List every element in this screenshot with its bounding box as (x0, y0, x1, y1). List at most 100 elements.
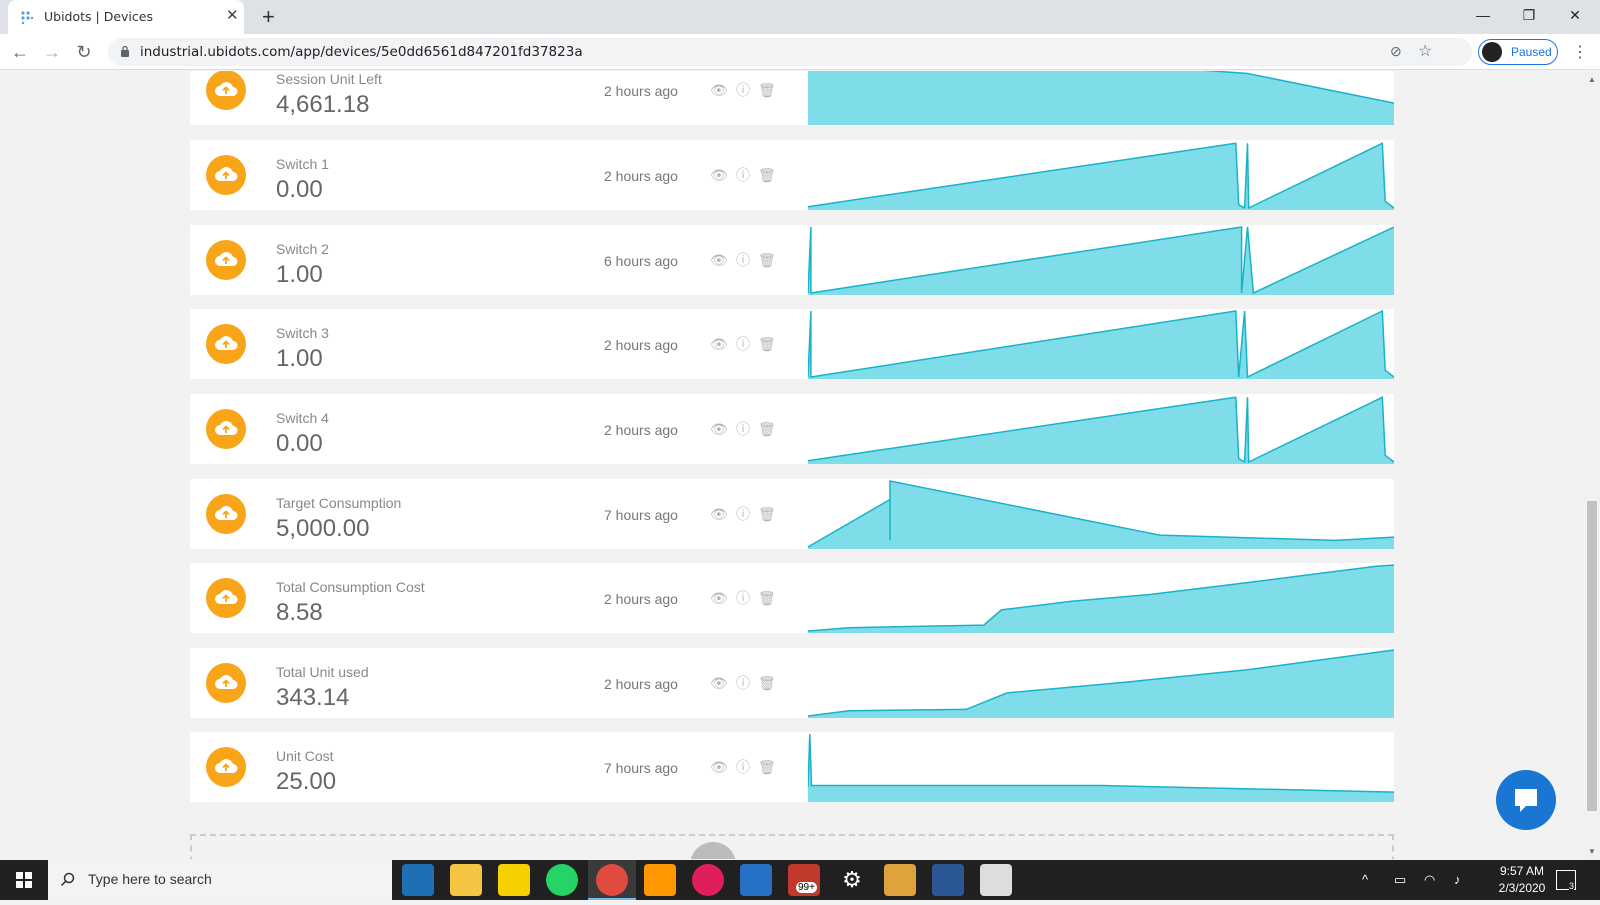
eye-icon[interactable]: 👁 (710, 675, 728, 691)
eye-icon[interactable]: 👁 (710, 506, 728, 522)
photos-icon[interactable] (980, 864, 1012, 896)
eye-icon[interactable]: 👁 (710, 167, 728, 183)
eye-icon[interactable]: 👁 (710, 759, 728, 775)
info-icon[interactable]: ⓘ (735, 252, 751, 268)
info-icon[interactable]: ⓘ (735, 82, 751, 98)
whatsapp-icon[interactable] (546, 864, 578, 896)
eye-icon[interactable]: 👁 (710, 336, 728, 352)
variable-sparkline (808, 71, 1394, 125)
variable-card[interactable]: Total Consumption Cost 8.58 2 hours ago … (190, 563, 1394, 633)
new-tab-button[interactable]: + (262, 4, 275, 30)
wifi-icon[interactable]: ◠ (1424, 872, 1435, 888)
mail-icon[interactable]: 99+ (788, 864, 820, 896)
sublime-text-icon[interactable] (644, 864, 676, 896)
trash-icon[interactable]: 🗑 (758, 675, 776, 691)
trash-icon[interactable]: 🗑 (758, 167, 776, 183)
variable-sparkline (808, 649, 1394, 718)
notifications-count: 3 (1569, 881, 1575, 891)
sticky-notes-icon[interactable] (498, 864, 530, 896)
powershell-icon[interactable] (740, 864, 772, 896)
action-center-icon[interactable]: 3 (1556, 870, 1576, 891)
trash-icon[interactable]: 🗑 (758, 421, 776, 437)
settings-gear-icon[interactable]: ⚙ (836, 864, 868, 896)
variable-card[interactable]: Total Unit used 343.14 2 hours ago 👁 ⓘ 🗑 (190, 648, 1394, 718)
add-variable-button[interactable] (690, 842, 736, 859)
trash-icon[interactable]: 🗑 (758, 590, 776, 606)
variable-name[interactable]: Switch 3 (276, 325, 329, 341)
cloud-upload-icon (206, 324, 246, 364)
variable-name[interactable]: Switch 1 (276, 156, 329, 172)
volume-icon[interactable]: ♪ (1454, 872, 1461, 887)
eye-icon[interactable]: 👁 (710, 421, 728, 437)
chrome-icon[interactable] (596, 864, 628, 896)
file-explorer-icon[interactable] (450, 864, 482, 896)
variable-card[interactable]: Session Unit Left 4,661.18 2 hours ago 👁… (190, 71, 1394, 125)
variable-sparkline (808, 733, 1394, 802)
variable-name[interactable]: Target Consumption (276, 495, 401, 511)
info-icon[interactable]: ⓘ (735, 590, 751, 606)
variable-card[interactable]: Switch 1 0.00 2 hours ago 👁 ⓘ 🗑 (190, 140, 1394, 210)
profile-paused-button[interactable]: Paused (1478, 39, 1558, 65)
trash-icon[interactable]: 🗑 (758, 252, 776, 268)
variable-name[interactable]: Total Consumption Cost (276, 579, 425, 595)
variable-name[interactable]: Switch 4 (276, 410, 329, 426)
info-icon[interactable]: ⓘ (735, 675, 751, 691)
trash-icon[interactable]: 🗑 (758, 82, 776, 98)
forward-icon[interactable]: → (42, 42, 62, 62)
eye-icon[interactable]: 👁 (710, 82, 728, 98)
address-bar[interactable]: industrial.ubidots.com/app/devices/5e0dd… (108, 38, 1472, 66)
camera-blocked-icon[interactable]: ⊘ (1390, 43, 1402, 60)
variable-last-activity: 2 hours ago (604, 591, 678, 607)
eye-icon[interactable]: 👁 (710, 590, 728, 606)
info-icon[interactable]: ⓘ (735, 506, 751, 522)
bookmark-star-icon[interactable]: ☆ (1418, 41, 1432, 61)
variable-name[interactable]: Session Unit Left (276, 71, 382, 87)
minimize-window-icon[interactable]: — (1460, 0, 1506, 30)
tab-close-icon[interactable]: ✕ (226, 8, 239, 24)
scroll-down-icon[interactable]: ▼ (1587, 847, 1597, 856)
tray-chevron-icon[interactable]: ^ (1362, 872, 1368, 887)
reload-icon[interactable]: ↻ (74, 42, 94, 62)
variable-name[interactable]: Unit Cost (276, 748, 334, 764)
trash-icon[interactable]: 🗑 (758, 336, 776, 352)
windows-start-button[interactable] (0, 860, 48, 900)
variable-card[interactable]: Unit Cost 25.00 7 hours ago 👁 ⓘ 🗑 (190, 732, 1394, 802)
info-icon[interactable]: ⓘ (735, 759, 751, 775)
sparkline-area (808, 71, 1394, 125)
word-icon[interactable] (932, 864, 964, 896)
back-icon[interactable]: ← (10, 42, 30, 62)
chat-support-button[interactable] (1496, 770, 1556, 830)
browser-menu-icon[interactable]: ⋮ (1572, 42, 1588, 62)
variable-name[interactable]: Switch 2 (276, 241, 329, 257)
eye-icon[interactable]: 👁 (710, 252, 728, 268)
browser-tab-strip: Ubidots | Devices ✕ + — ❐ ✕ (0, 0, 1600, 34)
page-scrollbar[interactable]: ▲ ▼ (1584, 71, 1600, 859)
close-window-icon[interactable]: ✕ (1552, 0, 1598, 30)
variable-card[interactable]: Switch 3 1.00 2 hours ago 👁 ⓘ 🗑 (190, 309, 1394, 379)
battery-icon[interactable]: ▭ (1394, 872, 1406, 888)
scroll-up-icon[interactable]: ▲ (1587, 75, 1597, 84)
trash-icon[interactable]: 🗑 (758, 759, 776, 775)
variable-card[interactable]: Switch 4 0.00 2 hours ago 👁 ⓘ 🗑 (190, 394, 1394, 464)
info-icon[interactable]: ⓘ (735, 167, 751, 183)
add-variable-area[interactable] (190, 834, 1394, 859)
info-icon[interactable]: ⓘ (735, 421, 751, 437)
tab-title: Ubidots | Devices (44, 9, 153, 24)
restore-window-icon[interactable]: ❐ (1506, 0, 1552, 30)
variable-name[interactable]: Total Unit used (276, 664, 369, 680)
variable-sparkline (808, 142, 1394, 210)
variable-card[interactable]: Target Consumption 5,000.00 7 hours ago … (190, 479, 1394, 549)
git-icon[interactable] (884, 864, 916, 896)
slack-icon[interactable] (692, 864, 724, 896)
variable-card[interactable]: Switch 2 1.00 6 hours ago 👁 ⓘ 🗑 (190, 225, 1394, 295)
taskbar-clock[interactable]: 9:57 AM 2/3/2020 (1492, 863, 1552, 897)
search-placeholder: Type here to search (88, 871, 212, 887)
trash-icon[interactable]: 🗑 (758, 506, 776, 522)
taskbar-search-box[interactable]: Type here to search (48, 860, 392, 900)
sparkline-area (808, 311, 1394, 379)
browser-tab-active[interactable]: Ubidots | Devices ✕ (8, 0, 244, 34)
vscode-icon[interactable] (402, 864, 434, 896)
info-icon[interactable]: ⓘ (735, 336, 751, 352)
scroll-thumb[interactable] (1587, 501, 1597, 811)
lock-icon (121, 45, 129, 57)
